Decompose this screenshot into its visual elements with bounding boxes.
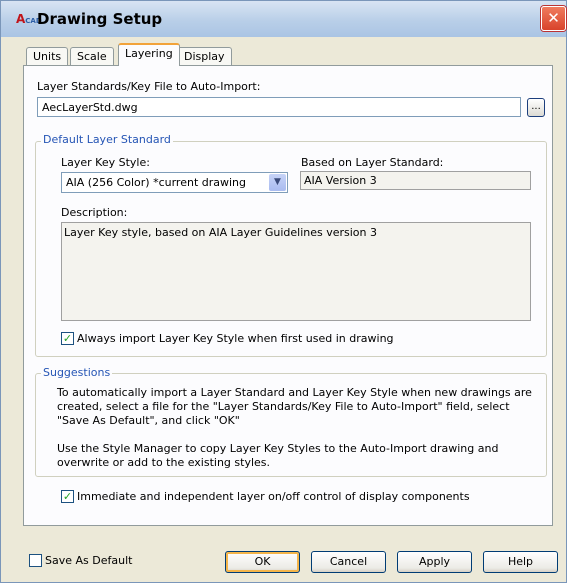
immediate-control-checkbox[interactable]: ✓ (61, 490, 74, 503)
auto-import-label: Layer Standards/Key File to Auto-Import: (37, 80, 261, 93)
tab-scale[interactable]: Scale (70, 47, 114, 65)
save-as-default-label[interactable]: Save As Default (45, 554, 132, 567)
browse-button[interactable]: ... (527, 98, 545, 117)
tab-layering[interactable]: Layering (118, 43, 180, 66)
layer-key-style-select[interactable]: AIA (256 Color) *current drawing ▼ (61, 172, 288, 193)
chevron-down-icon[interactable]: ▼ (269, 174, 286, 191)
close-icon: ✕ (547, 9, 560, 27)
dialog-title: Drawing Setup (37, 10, 163, 28)
based-on-label: Based on Layer Standard: (301, 156, 444, 169)
auto-import-field[interactable]: AecLayerStd.dwg (37, 97, 521, 117)
help-button[interactable]: Help (483, 551, 558, 573)
drawing-setup-dialog: ACAD Drawing Setup ✕ Units Scale Layerin… (0, 0, 567, 583)
based-on-field: AIA Version 3 (300, 171, 531, 190)
suggestion-text-2: Use the Style Manager to copy Layer Key … (57, 442, 499, 469)
close-button[interactable]: ✕ (541, 6, 566, 31)
default-layer-standard-heading: Default Layer Standard (41, 133, 173, 146)
layer-key-style-label: Layer Key Style: (61, 156, 150, 169)
description-field: Layer Key style, based on AIA Layer Guid… (61, 222, 531, 321)
layer-key-style-value: AIA (256 Color) *current drawing (66, 176, 247, 189)
always-import-checkbox[interactable]: ✓ (61, 332, 74, 345)
always-import-label[interactable]: Always import Layer Key Style when first… (77, 332, 394, 345)
title-bar: ACAD Drawing Setup ✕ (1, 1, 566, 37)
suggestions-heading: Suggestions (41, 366, 113, 379)
tab-units[interactable]: Units (26, 47, 69, 65)
ok-button[interactable]: OK (225, 551, 300, 573)
description-label: Description: (61, 206, 128, 219)
immediate-control-label[interactable]: Immediate and independent layer on/off c… (77, 490, 470, 503)
suggestion-text-1: To automatically import a Layer Standard… (57, 386, 532, 427)
apply-button[interactable]: Apply (397, 551, 472, 573)
cancel-button[interactable]: Cancel (311, 551, 386, 573)
checkmark-icon: ✓ (62, 332, 73, 345)
autocad-app-icon: ACAD (16, 12, 42, 26)
checkmark-icon: ✓ (62, 490, 73, 503)
tab-display[interactable]: Display (177, 47, 232, 65)
save-as-default-checkbox[interactable] (29, 554, 42, 567)
